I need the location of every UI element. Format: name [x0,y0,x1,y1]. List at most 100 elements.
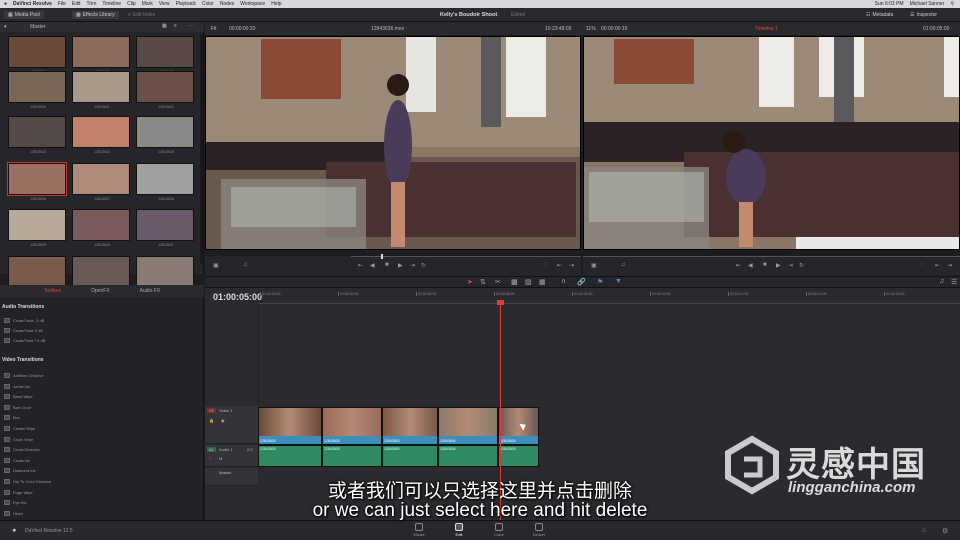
bin-name[interactable]: Master [30,24,45,30]
audio-meter-icon[interactable]: ♫ [939,278,944,285]
audio-icon[interactable]: ♫ [243,262,248,268]
effects-library-button[interactable]: ▩ Effects Library [72,11,119,19]
video-transition-item[interactable]: Diamond Iris [4,466,194,475]
tab-audiofx[interactable]: Audio FX [140,288,161,294]
audio-track-name[interactable]: Audio 1 [219,447,233,452]
clip-thumbnail[interactable]: 12843631 [72,71,130,109]
video-clip[interactable]: 12843634 [438,407,498,445]
clip-thumbnail[interactable]: 12843626 [8,36,66,74]
selection-tool-icon[interactable]: ➤ [467,278,473,286]
clip-thumbnail[interactable]: 12843636 [7,162,67,201]
edit-index-button[interactable]: ≡ Edit Index [124,11,159,19]
menu-help[interactable]: Help [271,1,281,7]
audio-transition-item[interactable]: Cross Fade 0 dB [4,326,194,335]
menu-file[interactable]: File [58,1,66,7]
clip-thumbnail[interactable]: 12843641 [136,209,194,247]
audio-clip[interactable]: 12843634 [438,445,498,467]
media-pool-scrollbar[interactable] [200,34,203,264]
video-transition-item[interactable]: Center Wipe [4,424,194,433]
inspector-button[interactable]: ☰ Inspector [906,11,941,19]
menu-workspace[interactable]: Workspace [240,1,265,7]
source-viewer[interactable] [205,36,581,250]
media-pool-button[interactable]: ▦ Media Pool [4,11,44,19]
mark-out-icon[interactable]: ⇥ [569,262,574,269]
settings-gear-icon[interactable]: ⚙ [942,527,948,535]
menu-nodes[interactable]: Nodes [220,1,234,7]
more-icon[interactable]: ⋯ [188,23,193,29]
clip-thumbnail[interactable]: 12843635 [136,116,194,154]
audio-transition-item[interactable]: Cross Fade -3 dB [4,316,194,325]
clip-thumbnail[interactable]: 12843637 [72,163,130,201]
clip-thumbnail[interactable]: 12843644 [136,256,194,294]
timeline-zoom[interactable]: 11% [586,26,596,32]
timeline-viewer[interactable] [583,36,960,250]
link-icon[interactable]: 🔗 [577,278,586,286]
chevron-down-icon[interactable]: ▾ [4,24,7,30]
source-playhead[interactable] [381,254,383,259]
video-transition-item[interactable]: Barn Door [4,403,194,412]
menu-clip[interactable]: Clip [127,1,136,7]
audio-clip[interactable]: 12843630 [382,445,438,467]
snapping-icon[interactable]: ∩ [561,278,566,285]
video-transition-item[interactable]: Box [4,413,194,422]
video-transition-item[interactable]: Band Wipe [4,392,194,401]
page-edit-button[interactable]: Edit [444,523,474,537]
trim-tool-icon[interactable]: ⇅ [480,278,486,286]
jog-left-icon[interactable]: ⇤ [358,262,363,269]
eye-icon[interactable]: ◉ [221,418,225,423]
source-jog-bar[interactable] [351,256,581,257]
audio-clip[interactable]: 12843636 [498,445,539,467]
search-icon[interactable]: ⚲ [950,1,954,7]
source-zoom[interactable]: Fit [211,26,217,32]
empty-track-area[interactable] [258,304,960,404]
flag-icon[interactable]: ⚑ [597,278,603,286]
clip-thumbnail[interactable]: 12843630 [8,71,66,109]
mark-in-icon[interactable]: ⇤ [935,262,940,269]
audio-clip[interactable]: 12843628 [322,445,382,467]
track-label-a1[interactable]: A1 [207,447,216,452]
lock-icon[interactable]: 🔒 [209,418,214,423]
menu-mark[interactable]: Mark [142,1,153,7]
video-transition-item[interactable]: Cross Iris [4,456,194,465]
clip-thumbnail[interactable]: 12843639 [8,209,66,247]
clip-thumbnail[interactable]: 12843642 [8,256,66,294]
track-label-v1[interactable]: V1 [207,408,216,413]
insert-clip-icon[interactable]: ▩ [511,278,518,286]
source-clip-name[interactable]: 12843636.mov [371,26,404,32]
loop-icon[interactable]: ↻ [799,262,804,269]
solo-icon[interactable]: S [209,456,212,461]
timeline-ruler[interactable]: 01:00:00:00 01:00:02:00 01:00:04:00 01:00:0… [258,290,960,304]
menu-app[interactable]: DaVinci Resolve [13,1,52,7]
clip-thumbnail[interactable]: 12843632 [136,71,194,109]
video-clip[interactable]: 12843636 [498,407,539,445]
stop-icon[interactable]: ■ [763,262,767,268]
jog-right-icon[interactable]: ⇥ [788,262,793,269]
list-view-icon[interactable]: ≡ [174,23,177,29]
marker-icon[interactable]: ▼ [615,278,622,285]
video-clip[interactable]: 12843630 [382,407,438,445]
clip-thumbnail[interactable]: 12843634 [72,116,130,154]
audio-icon[interactable]: ♫ [621,262,626,268]
menu-playback[interactable]: Playback [176,1,196,7]
clip-thumbnail[interactable]: 12843638 [136,163,194,201]
viewer-layout-icon[interactable]: ▣ [213,262,219,269]
menu-color[interactable]: Color [202,1,214,7]
audio-clip[interactable]: 12843626 [258,445,322,467]
stop-icon[interactable]: ■ [385,262,389,268]
page-deliver-button[interactable]: Deliver [524,523,554,537]
jog-right-icon[interactable]: ⇥ [410,262,415,269]
menu-timeline[interactable]: Timeline [102,1,121,7]
audio-transition-item[interactable]: Cross Fade +3 dB [4,336,194,345]
overwrite-clip-icon[interactable]: ▨ [525,278,532,286]
clip-thumbnail[interactable]: 12843628 [72,36,130,74]
play-icon[interactable]: ▶ [398,262,403,269]
home-icon[interactable]: ⌂ [922,527,926,534]
menu-trim[interactable]: Trim [87,1,97,7]
video-transition-item[interactable]: Clock Wipe [4,435,194,444]
menu-edit[interactable]: Edit [72,1,81,7]
replace-clip-icon[interactable]: ▦ [539,278,546,286]
play-reverse-icon[interactable]: ◀ [370,262,375,269]
tab-openfx[interactable]: OpenFX [91,288,110,294]
menu-view[interactable]: View [159,1,170,7]
clip-thumbnail[interactable]: 12843627 [136,36,194,74]
